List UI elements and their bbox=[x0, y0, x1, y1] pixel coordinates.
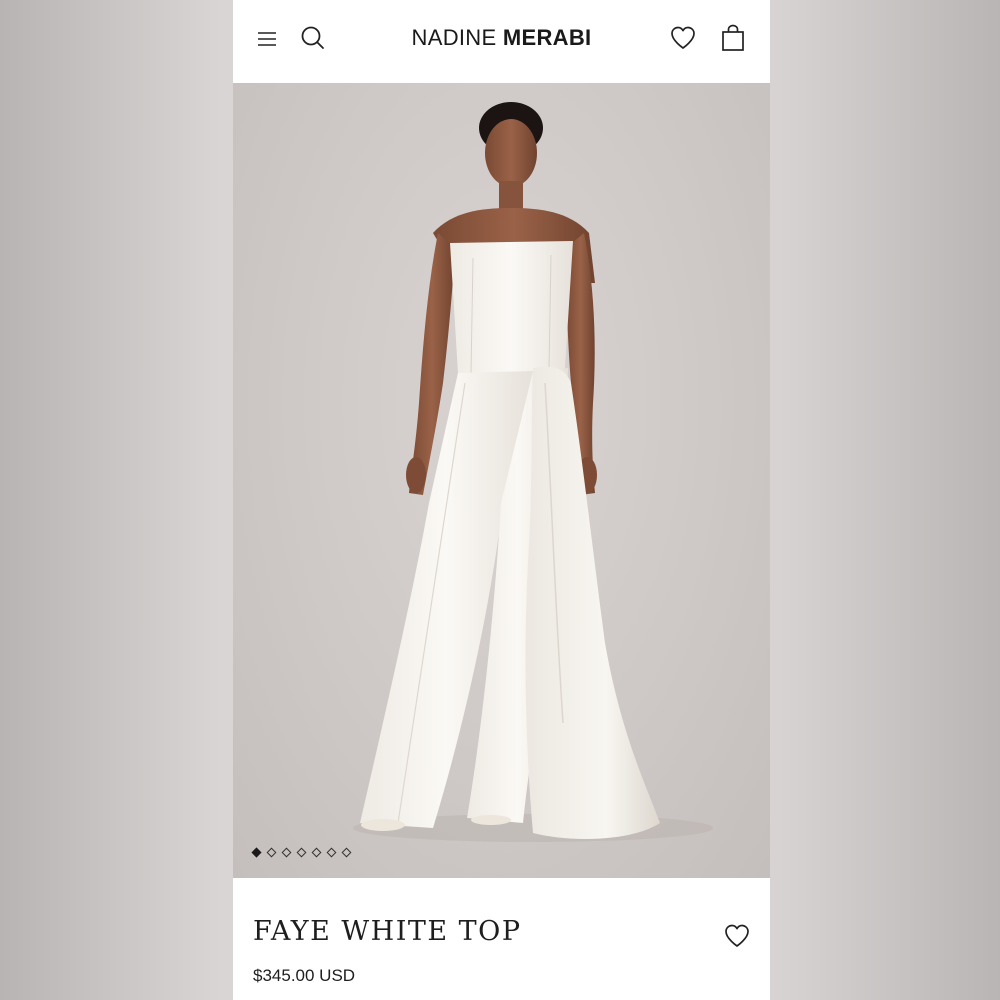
search-icon bbox=[301, 26, 324, 49]
phone-screen: NADINE MERABI FAYE WHITE TOP $345.00 USD bbox=[233, 0, 770, 1000]
heart-icon bbox=[725, 924, 749, 947]
brand-name-first: NADINE bbox=[411, 25, 497, 50]
brand-logo[interactable]: NADINE MERABI bbox=[383, 25, 620, 51]
search-button[interactable] bbox=[295, 20, 331, 56]
heart-icon bbox=[671, 26, 695, 49]
gallery-dot-3[interactable] bbox=[281, 847, 292, 858]
product-price: $345.00 USD bbox=[253, 966, 356, 985]
cart-button[interactable] bbox=[715, 20, 751, 56]
gallery-dot-2[interactable] bbox=[266, 847, 277, 858]
gallery-dot-1[interactable] bbox=[251, 847, 262, 858]
shopping-bag-icon bbox=[722, 24, 744, 51]
site-header: NADINE MERABI bbox=[233, 0, 770, 83]
gallery-dot-4[interactable] bbox=[296, 847, 307, 858]
gallery-pagination bbox=[251, 847, 352, 858]
menu-button[interactable] bbox=[249, 21, 285, 57]
gallery-dot-7[interactable] bbox=[341, 847, 352, 858]
product-photo bbox=[353, 102, 713, 842]
product-info: FAYE WHITE TOP $345.00 USD bbox=[233, 878, 770, 1000]
gallery-dot-6[interactable] bbox=[326, 847, 337, 858]
gallery-dot-5[interactable] bbox=[311, 847, 322, 858]
wishlist-button[interactable] bbox=[665, 20, 701, 56]
add-to-wishlist-button[interactable] bbox=[719, 918, 755, 954]
product-image-gallery[interactable] bbox=[233, 83, 770, 878]
brand-name-last: MERABI bbox=[502, 25, 592, 50]
product-title: FAYE WHITE TOP bbox=[253, 916, 522, 947]
hamburger-menu-icon bbox=[258, 32, 276, 46]
